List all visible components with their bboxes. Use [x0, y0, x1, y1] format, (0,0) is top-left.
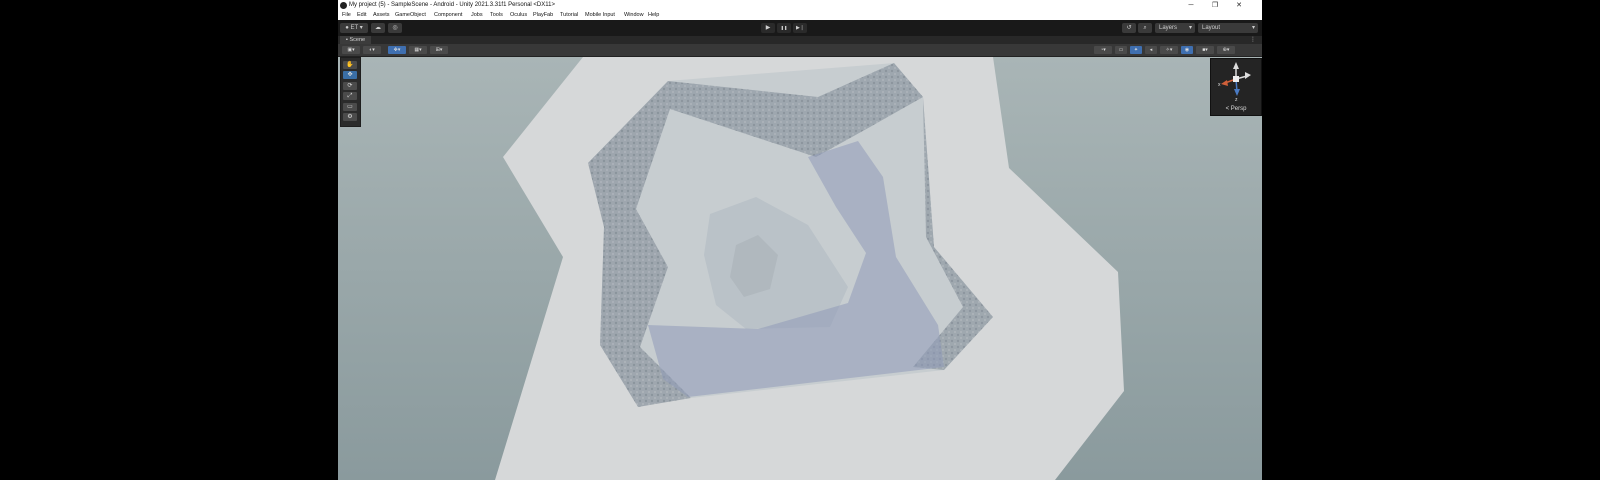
step-icon: ▶❘	[795, 25, 805, 31]
lightbulb-icon: ✦	[1133, 47, 1139, 53]
camera-settings-dropdown[interactable]: ■▾	[1196, 46, 1214, 54]
chevron-down-icon: ▾	[1188, 25, 1192, 31]
menu-file[interactable]: File	[342, 11, 351, 20]
pause-icon: ❚❚	[780, 25, 788, 30]
step-button[interactable]: ▶❘	[793, 23, 807, 33]
scene-camera-dropdown[interactable]: ◔▾	[1094, 46, 1112, 54]
render-mode-dropdown[interactable]: ◐▾	[363, 46, 381, 54]
collab-icon: ◎	[392, 25, 398, 31]
rect-icon: ▭	[347, 104, 353, 110]
axis-z-label: z	[1235, 97, 1238, 103]
collab-button[interactable]: ◎	[388, 23, 402, 33]
audio-toggle[interactable]: ◂	[1145, 46, 1157, 54]
cloud-button[interactable]: ☁	[371, 23, 385, 33]
main-toolbar: ● ET ▾ ☁ ◎ ▶ ❚❚ ▶❘ ↺ ⌕ Layers ▾ Layout ▾	[338, 20, 1262, 36]
minimize-button[interactable]: ─	[1180, 0, 1202, 11]
pause-button[interactable]: ❚❚	[777, 23, 791, 33]
tab-scene[interactable]: ▪ Scene	[340, 36, 372, 44]
close-button[interactable]: ✕	[1228, 0, 1250, 11]
rotate-icon: ⟳	[347, 83, 353, 89]
scene-tab-icon: ▪	[346, 37, 348, 43]
window-title: My project (5) - SampleScene - Android -…	[349, 2, 555, 8]
layout-dropdown[interactable]: Layout ▾	[1198, 23, 1258, 33]
move-tool-dropdown[interactable]: ✥▾	[388, 46, 406, 54]
menu-gameobject[interactable]: GameObject	[395, 11, 426, 20]
history-icon: ↺	[1126, 25, 1132, 31]
account-dropdown[interactable]: ● ET ▾	[340, 23, 368, 33]
menu-tools[interactable]: Tools	[490, 11, 503, 20]
account-icon: ●	[345, 25, 349, 31]
move-icon: ✥▾	[393, 47, 401, 53]
transform-icon: ⚙	[347, 114, 353, 120]
shading-icon: ▣▾	[347, 47, 355, 53]
scale-icon: ⤢	[347, 93, 353, 99]
menu-assets[interactable]: Assets	[373, 11, 390, 20]
effects-icon: ✧▾	[1165, 47, 1173, 53]
axis-gizmo-icon: x z	[1218, 62, 1251, 103]
orientation-gizmo[interactable]: x z < Persp	[1210, 58, 1262, 116]
gizmos-icon: ⊕▾	[1222, 47, 1230, 53]
scale-tool-button[interactable]: ⤢	[343, 92, 357, 100]
speaker-icon: ◂	[1149, 47, 1153, 53]
account-label: ET	[350, 25, 359, 31]
visibility-toggle[interactable]: ◉	[1181, 46, 1193, 54]
grid-icon: ▦▾	[414, 47, 422, 53]
axis-x-label: x	[1218, 82, 1221, 88]
scene-toolbar: ▣▾ ◐▾ ✥▾ ▦▾ ⊞▾ ◔▾ ▭ ✦ ◂ ✧▾ ◉ ■▾ ⊕▾	[338, 44, 1262, 57]
cloud-icon: ☁	[375, 25, 381, 31]
rotate-tool-button[interactable]: ⟳	[343, 82, 357, 90]
layout-label: Layout	[1202, 25, 1221, 31]
tab-menu-icon[interactable]: ⋮	[1250, 36, 1256, 44]
hand-tool-button[interactable]: ✋	[343, 61, 357, 69]
scene-render	[338, 57, 1262, 480]
grid-dropdown[interactable]: ▦▾	[409, 46, 427, 54]
scene-tab-bar: ▪ Scene ⋮	[338, 36, 1262, 44]
menu-help[interactable]: Help	[648, 11, 659, 20]
menu-playfab[interactable]: PlayFab	[533, 11, 553, 20]
video-camera-icon: ■▾	[1202, 47, 1208, 53]
2d-icon: ▭	[1118, 47, 1124, 53]
chevron-down-icon: ▾	[1251, 25, 1255, 31]
menu-oculus[interactable]: Oculus	[510, 11, 527, 20]
persp-label[interactable]: < Persp	[1211, 106, 1261, 112]
search-button[interactable]: ⌕	[1138, 23, 1152, 33]
maximize-button[interactable]: ❐	[1204, 0, 1226, 11]
move-icon: ✥	[347, 72, 353, 78]
transform-tool-button[interactable]: ⚙	[343, 113, 357, 121]
render-icon: ◐▾	[369, 47, 375, 53]
unity-window: My project (5) - SampleScene - Android -…	[338, 0, 1262, 480]
scene-viewport[interactable]: ✋ ✥ ⟳ ⤢ ▭ ⚙ x z < Persp	[338, 57, 1262, 480]
search-icon: ⌕	[1143, 25, 1147, 31]
eye-icon: ◉	[1184, 47, 1190, 53]
layers-label: Layers	[1159, 25, 1178, 31]
unity-logo-icon	[340, 2, 347, 9]
gizmos-dropdown[interactable]: ⊕▾	[1217, 46, 1235, 54]
menu-component[interactable]: Component	[434, 11, 462, 20]
layers-dropdown[interactable]: Layers ▾	[1155, 23, 1195, 33]
menu-mobile-input[interactable]: Mobile Input	[585, 11, 615, 20]
play-icon: ▶	[765, 25, 771, 31]
lighting-toggle[interactable]: ✦	[1130, 46, 1142, 54]
draw-mode-dropdown[interactable]: ▣▾	[342, 46, 360, 54]
menu-edit[interactable]: Edit	[357, 11, 366, 20]
menu-window[interactable]: Window	[624, 11, 644, 20]
play-button[interactable]: ▶	[761, 23, 775, 33]
hand-icon: ✋	[346, 62, 354, 68]
menu-bar: File Edit Assets GameObject Component Jo…	[338, 11, 1262, 20]
undo-history-button[interactable]: ↺	[1122, 23, 1136, 33]
move-tool-button[interactable]: ✥	[343, 71, 357, 79]
effects-dropdown[interactable]: ✧▾	[1160, 46, 1178, 54]
2d-toggle[interactable]: ▭	[1115, 46, 1127, 54]
camera-icon: ◔▾	[1100, 47, 1106, 53]
menu-jobs[interactable]: Jobs	[471, 11, 483, 20]
snap-dropdown[interactable]: ⊞▾	[430, 46, 448, 54]
scene-tab-label: Scene	[349, 37, 366, 43]
menu-tutorial[interactable]: Tutorial	[560, 11, 578, 20]
rect-tool-button[interactable]: ▭	[343, 103, 357, 111]
tools-palette: ✋ ✥ ⟳ ⤢ ▭ ⚙	[340, 57, 361, 127]
title-bar: My project (5) - SampleScene - Android -…	[338, 0, 1262, 11]
snap-icon: ⊞▾	[435, 47, 443, 53]
